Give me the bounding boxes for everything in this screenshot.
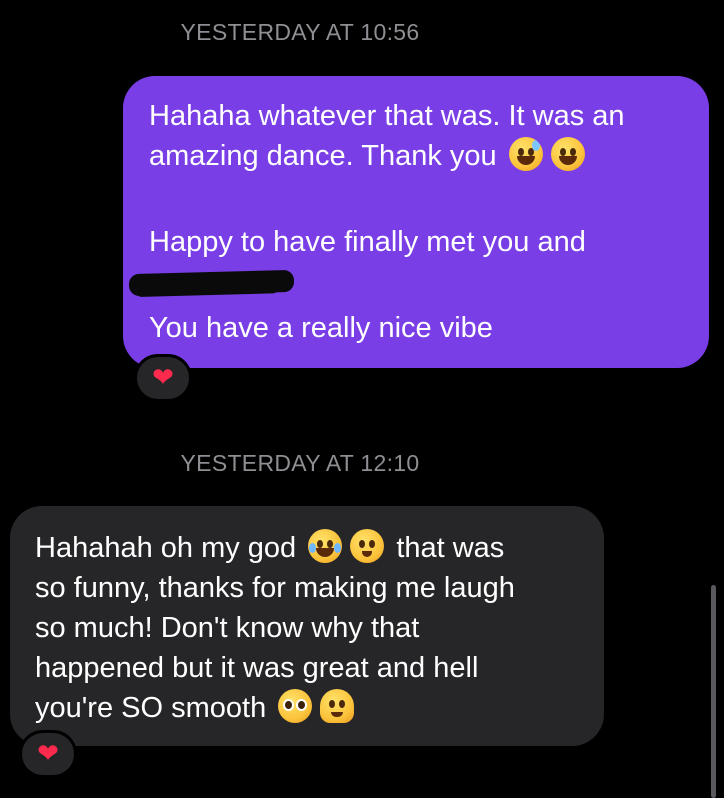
message-line: so funny, thanks for making me laugh [35, 572, 515, 604]
message-line: Hahaha whatever that was. It was an [149, 100, 625, 132]
message-timestamp: YESTERDAY AT 10:56 [180, 19, 420, 45]
chat-thread[interactable]: YESTERDAY AT 10:56 Hahaha whatever that … [0, 0, 724, 798]
message-line: Happy to have finally met you and [149, 226, 586, 258]
scrollbar[interactable] [711, 585, 716, 798]
drooling-face-icon [350, 529, 385, 563]
melting-face-icon [320, 689, 355, 723]
pleading-face-icon [278, 689, 313, 723]
heart-reaction-icon: ❤ [152, 363, 174, 393]
message-timestamp: YESTERDAY AT 12:10 [180, 450, 420, 476]
heart-reaction-icon: ❤ [37, 739, 59, 769]
message-line: Hahahah oh my god that was [35, 528, 578, 568]
message-line: You have a really nice vibe [149, 312, 493, 344]
beaming-face-icon [550, 137, 585, 171]
sent-message-bubble[interactable]: Hahaha whatever that was. It was an amaz… [123, 76, 709, 368]
redaction-mark [128, 262, 683, 302]
grinning-face-with-sweat-icon [508, 137, 543, 171]
received-message-bubble[interactable]: Hahahah oh my god that was so funny, tha… [10, 506, 604, 746]
message-line: so much! Don't know why that [35, 612, 420, 644]
message-line: amazing dance. Thank you [149, 136, 683, 176]
message-line: happened but it was great and hell [35, 652, 479, 684]
reaction-badge[interactable]: ❤ [134, 354, 192, 402]
message-line: you're SO smooth [35, 688, 578, 728]
reaction-badge[interactable]: ❤ [19, 730, 77, 778]
face-with-tears-of-joy-icon [308, 529, 343, 563]
